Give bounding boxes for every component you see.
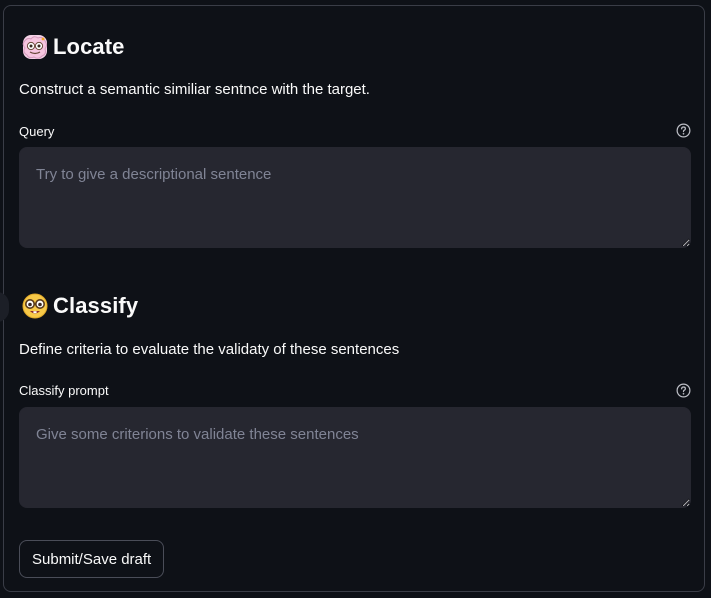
classify-description: Define criteria to evaluate the validaty… bbox=[19, 341, 400, 358]
classify-title: Classify bbox=[53, 293, 139, 318]
locate-title: Locate bbox=[53, 34, 125, 59]
query-label: Query bbox=[19, 124, 55, 139]
help-icon[interactable] bbox=[676, 383, 691, 398]
submit-save-draft-button[interactable]: Submit/Save draft bbox=[19, 540, 165, 578]
locate-description: Construct a semantic similiar sentnce wi… bbox=[19, 81, 370, 98]
query-input[interactable] bbox=[19, 147, 691, 248]
classify-prompt-label: Classify prompt bbox=[19, 383, 109, 398]
classify-prompt-input[interactable] bbox=[19, 407, 691, 508]
locate-heading: Locate bbox=[21, 33, 125, 61]
nerd-face-emoji-icon bbox=[22, 293, 48, 319]
sparkle-brain-emoji-icon bbox=[22, 35, 47, 59]
help-icon[interactable] bbox=[676, 123, 691, 138]
classify-heading: Classify bbox=[21, 292, 138, 320]
